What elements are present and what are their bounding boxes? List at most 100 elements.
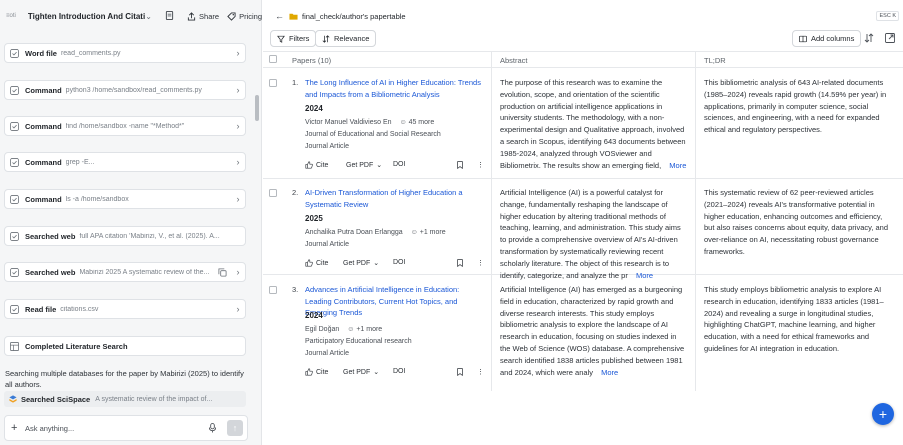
cite-button[interactable]: Cite <box>305 161 328 169</box>
chevron-down-icon[interactable]: ⌄ <box>145 12 159 21</box>
get-pdf-button[interactable]: Get PDF ⌄ <box>346 161 382 170</box>
step-detail: citations.csv <box>60 305 99 313</box>
chat-input[interactable]: Ask anything... <box>25 424 208 433</box>
plus-icon[interactable]: + <box>11 422 25 434</box>
scrollbar-thumb[interactable] <box>255 95 259 121</box>
step-kind: Completed Literature Search <box>25 341 128 351</box>
paper-abstract: Artificial Intelligence (AI) is a powerf… <box>500 187 688 281</box>
chevron-right-icon[interactable]: › <box>231 157 245 167</box>
sort-toggle-icon[interactable] <box>864 33 874 43</box>
paper-journal: Journal Article <box>305 241 349 248</box>
add-floating-button[interactable]: + <box>872 403 894 425</box>
cite-button[interactable]: Cite <box>305 259 328 267</box>
sort-relevance-button[interactable]: Relevance <box>315 30 377 47</box>
chevron-right-icon[interactable]: › <box>231 194 245 204</box>
more-authors-link[interactable]: +1 more <box>356 326 382 333</box>
chevron-right-icon[interactable]: › <box>231 48 245 58</box>
more-authors-link[interactable]: 45 more <box>409 119 435 126</box>
get-pdf-button[interactable]: Get PDF ⌄ <box>343 259 379 268</box>
doi-link[interactable]: DOI <box>393 259 405 266</box>
pricing-button[interactable]: Pricing <box>227 12 262 21</box>
send-button[interactable]: ↑ <box>227 420 243 436</box>
abstract-more-link[interactable]: More <box>669 161 686 170</box>
document-icon[interactable] <box>165 10 179 22</box>
cite-label: Cite <box>316 368 329 376</box>
microphone-icon[interactable] <box>208 423 217 433</box>
get-pdf-button[interactable]: Get PDF ⌄ <box>343 368 379 377</box>
abstract-more-link[interactable]: More <box>601 368 618 377</box>
back-arrow-icon[interactable]: ← <box>275 11 289 21</box>
column-header-tldr[interactable]: TL;DR <box>704 56 726 65</box>
step-item[interactable]: Searched web full APA citation 'Mabirizi… <box>4 226 246 246</box>
add-columns-label: Add columns <box>811 34 855 43</box>
table-toolbar: Filters Relevance Add columns <box>263 30 903 48</box>
step-item[interactable]: Read file citations.csv › <box>4 299 246 319</box>
paper-actions: Cite Get PDF ⌄ DOI ⋮ <box>305 367 490 379</box>
expand-icon[interactable] <box>885 33 895 43</box>
bookmark-icon[interactable] <box>456 368 464 376</box>
paper-tldr: This study employs bibliometric analysis… <box>704 285 884 353</box>
cite-button[interactable]: Cite <box>305 368 328 376</box>
step-detail: ls -a /home/sandbox <box>65 195 129 203</box>
scispace-search-step[interactable]: Searched SciSpace A systematic review of… <box>4 391 246 407</box>
author-name: Egil Doğan <box>305 326 340 333</box>
copy-icon[interactable] <box>218 267 227 277</box>
right-topbar: ← final_check/author's papertable ESC K <box>263 0 903 32</box>
share-button[interactable]: Share <box>187 12 219 21</box>
column-header-papers[interactable]: Papers (10) <box>292 56 331 65</box>
step-item[interactable]: Completed Literature Search <box>4 336 246 356</box>
chevron-right-icon[interactable]: › <box>231 121 245 131</box>
abstract-text: Artificial Intelligence (AI) is a powerf… <box>500 188 681 280</box>
more-options-icon[interactable]: ⋮ <box>477 368 484 376</box>
step-detail: Mabirizi 2025 A systematic review of the… <box>79 268 210 276</box>
more-options-icon[interactable]: ⋮ <box>477 161 484 169</box>
more-authors-link[interactable]: +1 more <box>420 229 446 236</box>
sort-icon <box>322 34 330 43</box>
bookmark-icon[interactable] <box>456 161 464 169</box>
paper-journal: Journal of Educational and Social Resear… <box>305 131 441 138</box>
paper-title-link[interactable]: Advances in Artificial Intelligence in E… <box>305 284 485 319</box>
share-label: Share <box>199 11 220 21</box>
select-all-checkbox[interactable] <box>269 55 277 63</box>
step-kind: Searched web <box>25 267 76 277</box>
step-item[interactable]: Command python3 /home/sandbox/read_comme… <box>4 80 246 100</box>
table-row: 2. AI-Driven Transformation of Higher Ed… <box>263 179 903 280</box>
chevron-right-icon[interactable]: › <box>231 85 245 95</box>
author-name: Victor Manuel Valdivieso En <box>305 119 392 126</box>
cite-label: Cite <box>316 161 329 169</box>
step-item[interactable]: Command grep -E... › <box>4 152 246 172</box>
chevron-right-icon[interactable]: › <box>231 304 245 314</box>
paper-title-link[interactable]: AI-Driven Transformation of Higher Educa… <box>305 187 485 210</box>
doi-link[interactable]: DOI <box>393 368 405 375</box>
thumbs-up-icon <box>305 368 313 376</box>
share-icon <box>187 11 196 21</box>
more-options-icon[interactable]: ⋮ <box>477 259 484 267</box>
doi-link[interactable]: DOI <box>393 161 405 168</box>
chevron-right-icon[interactable]: › <box>231 267 245 277</box>
add-columns-button[interactable]: Add columns <box>792 30 862 47</box>
paper-type: Journal Article <box>305 350 349 357</box>
step-item[interactable]: Command find /home/sandbox -name "*Metho… <box>4 116 246 136</box>
column-header-abstract[interactable]: Abstract <box>500 56 528 65</box>
check-icon <box>10 48 19 58</box>
author-icon: ☺ <box>347 326 355 333</box>
paper-title-link[interactable]: The Long Influence of AI in Higher Educa… <box>305 77 485 100</box>
app-logo[interactable]: ≡oti <box>6 13 28 19</box>
thumbs-up-icon <box>305 259 313 267</box>
paper-abstract: The purpose of this research was to exam… <box>500 77 688 171</box>
pricing-label: Pricing <box>239 11 262 21</box>
row-checkbox[interactable] <box>269 189 277 197</box>
conversation-title[interactable]: Tighten Introduction And Citation <box>28 12 145 21</box>
bookmark-icon[interactable] <box>456 259 464 267</box>
paper-actions: Cite Get PDF ⌄ DOI ⋮ <box>305 258 490 270</box>
paper-tldr: This systematic review of 62 peer-review… <box>704 188 888 256</box>
esc-shortcut-hint[interactable]: ESC K <box>876 11 899 21</box>
step-detail: full APA citation 'Mabirizi, V., et al. … <box>79 232 220 240</box>
filters-button[interactable]: Filters <box>270 30 317 47</box>
step-item[interactable]: Command ls -a /home/sandbox › <box>4 189 246 209</box>
step-item[interactable]: Word file read_comments.py › <box>4 43 246 63</box>
row-checkbox[interactable] <box>269 79 277 87</box>
check-icon <box>10 121 19 131</box>
step-item[interactable]: Searched web Mabirizi 2025 A systematic … <box>4 262 246 282</box>
row-checkbox[interactable] <box>269 286 277 294</box>
